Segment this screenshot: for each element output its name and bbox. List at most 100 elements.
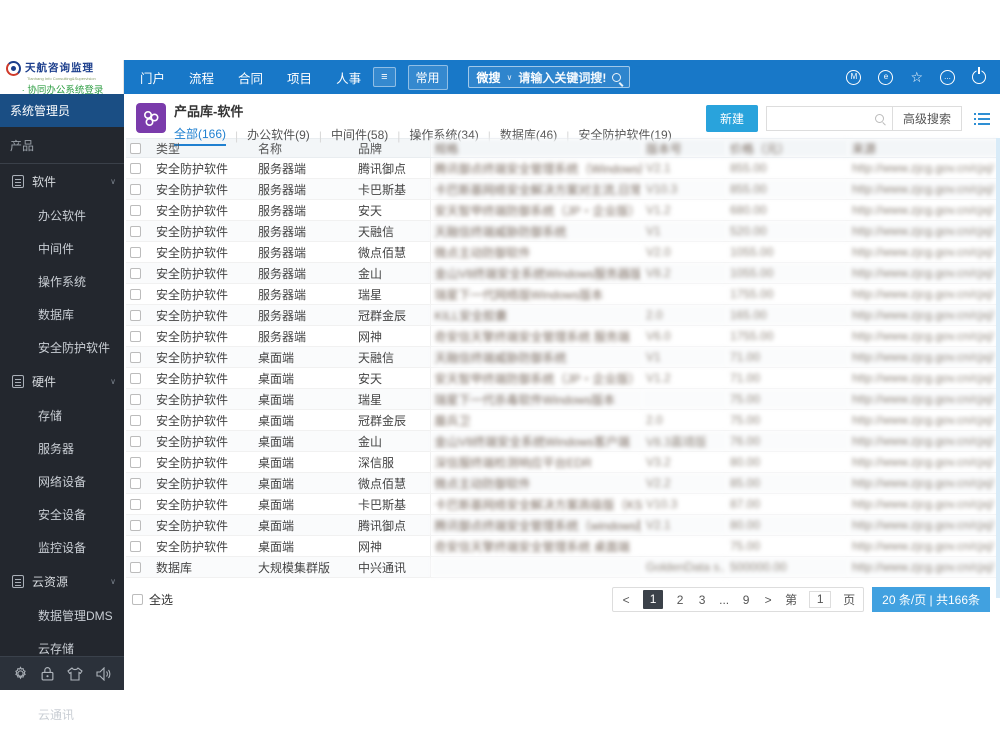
user-role-banner[interactable]: 系统管理员	[0, 94, 124, 127]
row-checkbox[interactable]	[130, 562, 141, 574]
page-button-9[interactable]: 9	[741, 593, 751, 607]
theme-shirt-icon[interactable]	[66, 666, 83, 681]
favorites-icon[interactable]: ☆	[910, 70, 923, 84]
page-button-3[interactable]: 3	[697, 593, 707, 607]
sidebar-group-软件[interactable]: 软件 ∨	[0, 164, 124, 199]
row-checkbox-cell	[126, 409, 152, 431]
table-search-box: 高级搜索	[765, 106, 962, 131]
row-checkbox[interactable]	[130, 184, 141, 196]
page-jump-input[interactable]: 1	[809, 591, 832, 608]
row-checkbox[interactable]	[130, 226, 141, 238]
row-checkbox[interactable]	[130, 415, 141, 427]
table-row: 安全防护软件 服务器端 安天 安天智甲终端防御系统（JP・企业版） V1.2 680.00…	[126, 199, 998, 221]
row-checkbox[interactable]	[130, 373, 141, 385]
cell-source: http://www.zjcg.gov.cn/cjxj/	[848, 220, 998, 242]
row-checkbox[interactable]	[130, 163, 141, 175]
row-checkbox[interactable]	[130, 310, 141, 322]
select-all-label: 全选	[149, 593, 174, 607]
nav-item-流程[interactable]: 流程	[189, 68, 214, 87]
sidebar-item-办公软件[interactable]: 办公软件	[0, 199, 124, 232]
cell-price: 1755.00	[726, 325, 848, 347]
sidebar-item-监控设备[interactable]: 监控设备	[0, 531, 124, 564]
sidebar-group-硬件[interactable]: 硬件 ∨	[0, 364, 124, 399]
row-checkbox[interactable]	[130, 436, 141, 448]
brand-subtitle: Tianhang Info Consulting&Supervision	[27, 76, 96, 81]
sidebar-item-中间件[interactable]: 中间件	[0, 232, 124, 265]
table-row: 安全防护软件 服务器端 金山 金山V8终端安全系统Windows服务器版 V8.2 105…	[126, 262, 998, 284]
row-checkbox[interactable]	[130, 289, 141, 301]
table-row: 安全防护软件 桌面端 微点佰慧 微点主动防御软件 V2.2 85.00 http://www…	[126, 472, 998, 494]
row-checkbox[interactable]	[130, 268, 141, 280]
sidebar-item-网络设备[interactable]: 网络设备	[0, 465, 124, 498]
cell-version: GoldenData s...	[642, 556, 726, 578]
sidebar-item-数据管理DMS[interactable]: 数据管理DMS	[0, 599, 124, 632]
scrollbar[interactable]	[996, 138, 1000, 598]
page-button-<[interactable]: <	[621, 593, 631, 607]
sidebar-item-服务器[interactable]: 服务器	[0, 432, 124, 465]
page-size-badge[interactable]: 20 条/页 | 共166条	[872, 587, 990, 612]
search-icon[interactable]	[874, 114, 884, 123]
sidebar-item-数据库[interactable]: 数据库	[0, 298, 124, 331]
tab-全部(166)[interactable]: 全部(166)	[174, 125, 227, 146]
row-checkbox-cell	[126, 178, 152, 200]
sidebar-item-操作系统[interactable]: 操作系统	[0, 265, 124, 298]
message-icon[interactable]: M	[846, 69, 862, 85]
page-jump-suffix: 页	[843, 593, 856, 607]
chevron-down-icon[interactable]: ∨	[507, 73, 513, 82]
power-icon[interactable]	[972, 67, 986, 84]
nav-item-pinned[interactable]: 常用	[407, 64, 448, 90]
nav-item-人事[interactable]: 人事	[336, 68, 361, 87]
row-checkbox[interactable]	[130, 394, 141, 406]
sidebar-item-存储[interactable]: 存储	[0, 399, 124, 432]
cell-spec: 奇安信天擎终端安全管理系统 桌面端	[430, 535, 642, 557]
advanced-search-button[interactable]: 高级搜索	[891, 107, 961, 130]
cell-version: V1	[642, 220, 726, 242]
row-checkbox-cell	[126, 325, 152, 347]
cell-source: http://www.zjcg.gov.cn/cjxj/	[848, 388, 998, 410]
contact-icon[interactable]: e	[878, 69, 894, 85]
row-checkbox[interactable]	[130, 247, 141, 259]
nav-item-项目[interactable]: 项目	[287, 68, 312, 87]
search-input[interactable]: 请输入关键词搜!	[518, 69, 606, 86]
search-icon[interactable]	[612, 72, 622, 82]
lock-icon[interactable]	[41, 666, 54, 681]
sidebar-group-云资源[interactable]: 云资源 ∨	[0, 564, 124, 599]
nav-more-icon[interactable]: ≡	[373, 67, 396, 87]
header-checkbox[interactable]	[130, 143, 141, 155]
row-checkbox[interactable]	[130, 541, 141, 553]
select-all-checkbox[interactable]	[132, 594, 143, 605]
sidebar-item-安全防护软件[interactable]: 安全防护软件	[0, 331, 124, 364]
page-button->[interactable]: >	[763, 593, 773, 607]
gear-icon[interactable]	[13, 666, 28, 681]
cell-name: 桌面端	[254, 430, 354, 452]
search-engine-label[interactable]: 微搜	[477, 69, 501, 86]
new-button[interactable]: 新建	[705, 105, 758, 132]
cell-version	[642, 535, 726, 557]
page-button-2[interactable]: 2	[675, 593, 685, 607]
row-checkbox[interactable]	[130, 520, 141, 532]
row-checkbox[interactable]	[130, 205, 141, 217]
row-checkbox[interactable]	[130, 352, 141, 364]
cell-type: 安全防护软件	[152, 430, 254, 452]
nav-item-合同[interactable]: 合同	[238, 68, 263, 87]
row-checkbox[interactable]	[130, 457, 141, 469]
list-view-icon[interactable]	[974, 112, 990, 125]
table-row: 安全防护软件 服务器端 天融信 天融信终端威胁防御系统 V1 520.00 http://w…	[126, 220, 998, 242]
sidebar-item-安全设备[interactable]: 安全设备	[0, 498, 124, 531]
row-checkbox-cell	[126, 556, 152, 578]
global-search[interactable]: 微搜 ∨ 请输入关键词搜!	[467, 66, 631, 88]
cell-name: 服务器端	[254, 325, 354, 347]
row-checkbox[interactable]	[130, 499, 141, 511]
cell-brand: 卡巴斯基	[354, 178, 431, 200]
row-checkbox[interactable]	[130, 331, 141, 343]
page-button-...[interactable]: ...	[719, 593, 729, 607]
sidebar-item-云通讯[interactable]: 云通讯	[0, 698, 124, 731]
more-icon[interactable]: ...	[940, 69, 955, 85]
nav-item-门户[interactable]: 门户	[140, 68, 165, 87]
table-row: 安全防护软件 服务器端 微点佰慧 微点主动防御软件 V2.0 1055.00 http://…	[126, 241, 998, 263]
company-logo-icon	[6, 61, 21, 76]
page-button-1[interactable]: 1	[643, 590, 664, 609]
table-search-input[interactable]	[766, 107, 875, 130]
row-checkbox[interactable]	[130, 478, 141, 490]
speaker-icon[interactable]	[95, 666, 112, 681]
